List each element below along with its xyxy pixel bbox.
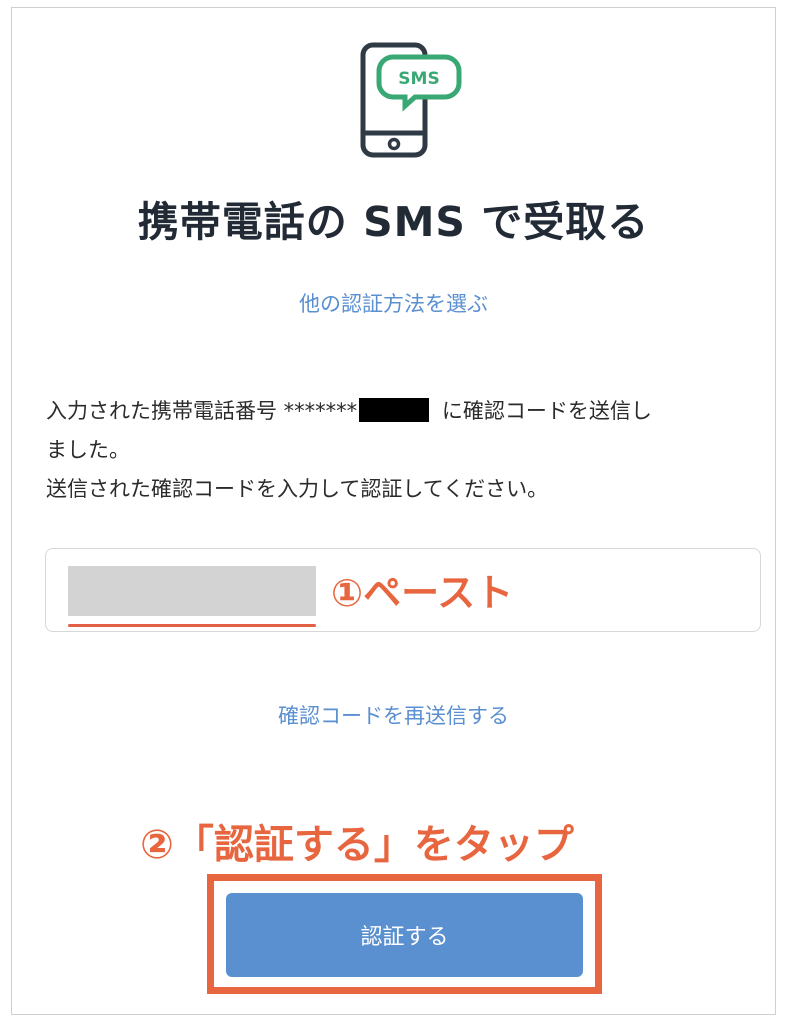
message-line3: 送信された確認コードを入力して認証してください。	[46, 477, 549, 501]
other-method-link[interactable]: 他の認証方法を選ぶ	[0, 288, 787, 318]
phone-sms-icon: SMS	[360, 42, 462, 158]
message-line1-suffix: に確認コードを送信し	[435, 399, 652, 423]
page-title: 携帯電話の SMS で受取る	[137, 198, 650, 246]
pasted-code-redaction	[68, 566, 316, 616]
masked-phone-number	[359, 398, 430, 422]
paste-underline-annotation	[68, 624, 316, 627]
tap-annotation: ②「認証する」をタップ	[140, 822, 574, 868]
instruction-message: 入力された携帯電話番号 ******* に確認コードを送信し ました。 送信され…	[46, 392, 751, 509]
sms-icon-label: SMS	[398, 69, 439, 89]
resend-code-link[interactable]: 確認コードを再送信する	[0, 700, 787, 730]
verify-button[interactable]: 認証する	[226, 893, 583, 977]
message-line2: ました。	[46, 438, 130, 462]
paste-annotation: ①ペースト	[331, 571, 514, 615]
message-line1-prefix: 入力された携帯電話番号 *******	[46, 399, 358, 423]
